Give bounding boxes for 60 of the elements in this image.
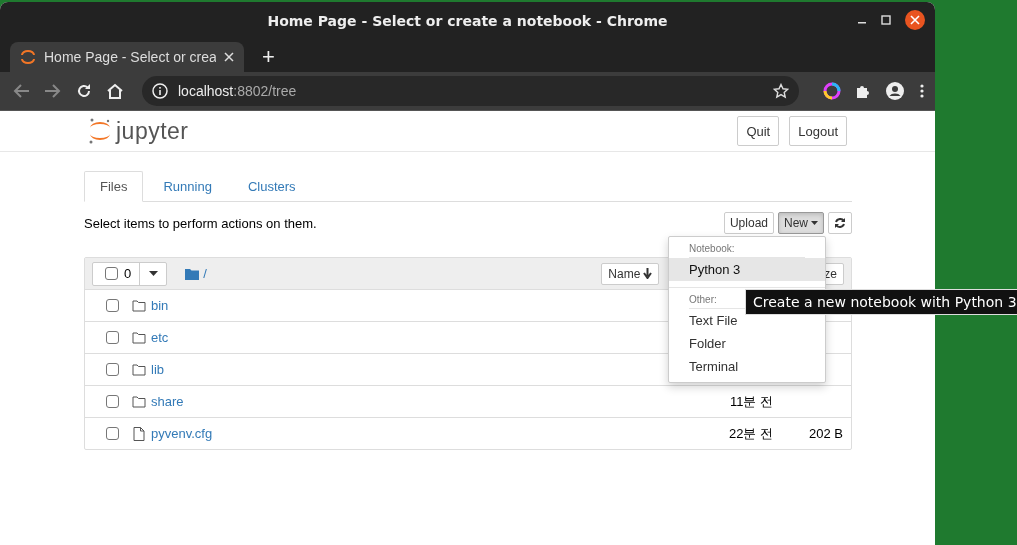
window-title: Home Page - Select or create a notebook - Chrome: [267, 13, 668, 29]
arcs-icon: [20, 49, 36, 65]
jupyter-logo[interactable]: jupyter: [88, 117, 189, 145]
ring-icon[interactable]: [823, 82, 841, 100]
file-link[interactable]: share: [151, 394, 184, 409]
back-icon[interactable]: [12, 83, 30, 99]
tab[interactable]: Running: [147, 171, 228, 202]
modified-time: 22분 전: [728, 425, 773, 441]
info-icon[interactable]: [152, 83, 168, 99]
header-button[interactable]: Quit: [737, 116, 780, 146]
tab[interactable]: Clusters: [231, 171, 312, 202]
forward-icon[interactable]: [44, 83, 62, 99]
reload-icon[interactable]: [76, 83, 92, 99]
caret-icon: [811, 221, 818, 225]
file-icon: [132, 426, 146, 441]
menu-header: Other:: [689, 294, 717, 305]
browser-tab[interactable]: Home Page - Select or crea: [10, 42, 244, 72]
row-checkbox[interactable]: [106, 363, 119, 376]
menu-item[interactable]: Python 3: [669, 258, 825, 281]
select-all-checkbox[interactable]: [105, 267, 118, 280]
account-icon[interactable]: [885, 81, 905, 101]
home-icon[interactable]: [106, 83, 124, 99]
file-link[interactable]: pyvenv.cfg: [151, 426, 213, 441]
path-link[interactable]: /: [203, 266, 207, 281]
modified-time: 11분 전: [729, 393, 773, 409]
sort-button[interactable]: Name: [601, 262, 660, 285]
header-button[interactable]: Logout: [789, 116, 847, 146]
file-link[interactable]: lib: [151, 362, 164, 377]
folder-icon: [132, 395, 146, 408]
folder-icon: [132, 299, 146, 312]
menu-header: Notebook:: [689, 243, 735, 254]
folder-icon: [132, 363, 146, 376]
file-link[interactable]: bin: [151, 298, 169, 313]
maximize-icon[interactable]: [881, 15, 891, 25]
folder-icon[interactable]: [185, 267, 200, 280]
new-button[interactable]: New: [778, 212, 824, 234]
star-icon[interactable]: [773, 83, 789, 99]
menu-icon[interactable]: [919, 83, 925, 99]
upload-button[interactable]: Upload: [723, 212, 774, 234]
tab[interactable]: Files: [84, 171, 144, 202]
puzzle-icon[interactable]: [855, 83, 871, 99]
file-link[interactable]: etc: [151, 330, 169, 345]
close-icon[interactable]: [224, 52, 234, 62]
new-tab-button[interactable]: +: [258, 44, 279, 70]
close-button[interactable]: [905, 10, 925, 30]
row-checkbox[interactable]: [106, 331, 119, 344]
arrow-down-icon: [643, 268, 653, 279]
menu-item[interactable]: Folder: [669, 332, 825, 355]
refresh-button[interactable]: [828, 212, 852, 234]
tooltip: Create a new notebook with Python 3: [745, 289, 1017, 315]
row-checkbox[interactable]: [106, 427, 119, 440]
select-all-control[interactable]: 0: [92, 261, 168, 286]
file-size: 202 B: [809, 426, 843, 441]
refresh-icon[interactable]: [834, 217, 846, 229]
hint-text: Select items to perform actions on them.: [84, 215, 317, 231]
menu-item[interactable]: Terminal: [669, 355, 825, 378]
address-bar[interactable]: localhost:8802/tree: [142, 76, 799, 106]
folder-icon: [132, 331, 146, 344]
row-checkbox[interactable]: [106, 299, 119, 312]
row-checkbox[interactable]: [106, 395, 119, 408]
